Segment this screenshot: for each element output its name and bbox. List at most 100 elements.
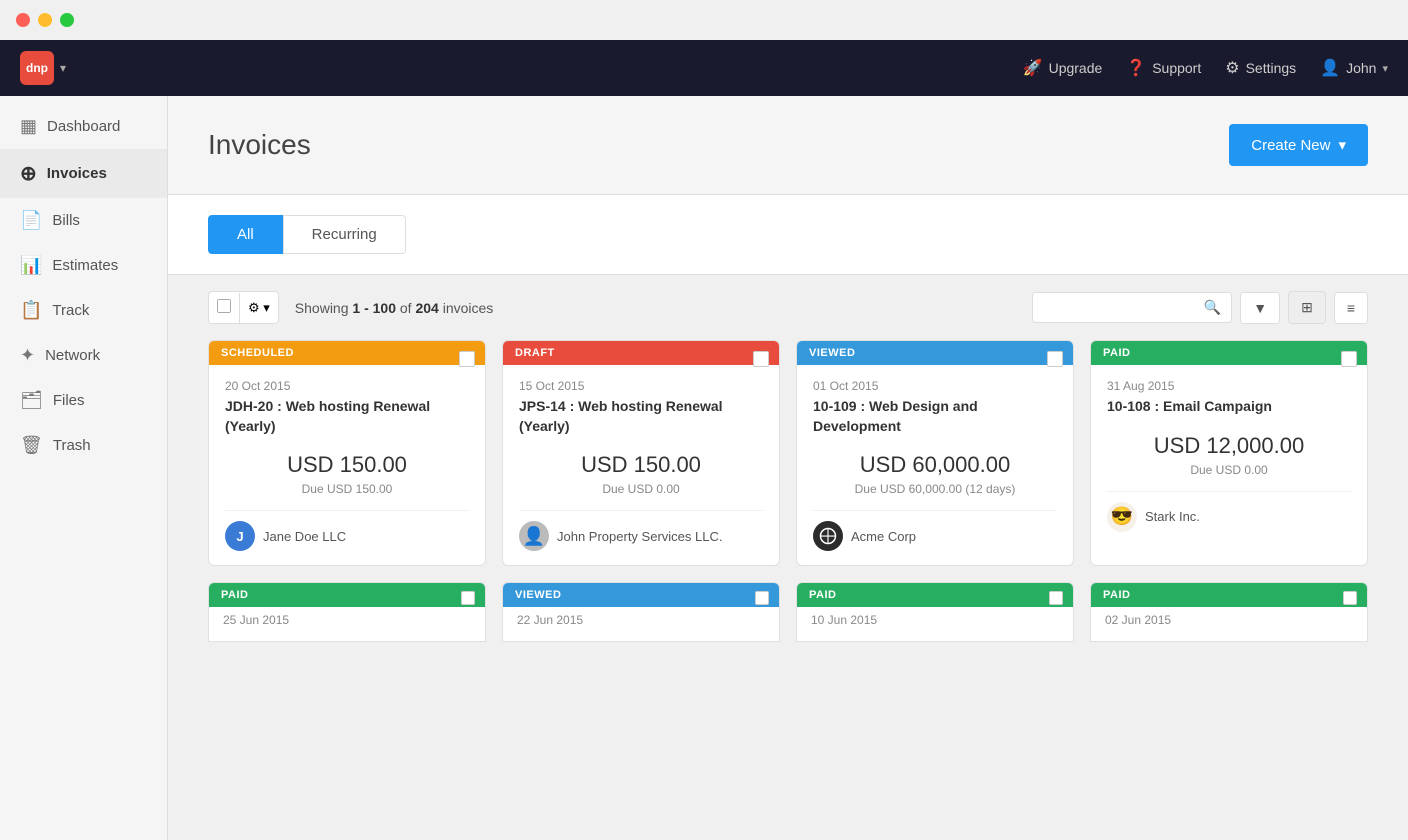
status-badge-6: VIEWED [503,583,779,607]
search-icon: 🔍 [1204,299,1221,316]
card-checkbox-5[interactable] [461,591,475,605]
toolbar-right: 🔍 ▼ ⊞ ≡ [1032,291,1368,324]
card-date-8: 02 Jun 2015 [1091,607,1367,633]
client-avatar-2: 👤 [519,521,549,551]
grid-icon: ⊞ [1301,299,1313,316]
card-client-3: Acme Corp [813,510,1057,551]
trash-icon: 🗑 [20,435,43,456]
sidebar-item-trash[interactable]: 🗑 Trash [0,423,167,468]
invoice-card-4[interactable]: PAID 31 Aug 2015 10-108 : Email Campaign… [1090,340,1368,566]
app-body: ▦ Dashboard ⊕ Invoices 📄 Bills 📊 Estimat… [0,96,1408,840]
user-menu[interactable]: 👤 John ▾ [1320,58,1388,78]
sidebar-item-track[interactable]: 📋 Track [0,288,167,333]
card-checkbox-8[interactable] [1343,591,1357,605]
card-date-3: 01 Oct 2015 [813,379,1057,393]
sidebar-item-estimates[interactable]: 📊 Estimates [0,243,167,288]
sidebar-item-network[interactable]: ✦ Network [0,333,167,378]
upgrade-label: Upgrade [1049,60,1103,76]
card-amount-1: USD 150.00 [225,452,469,478]
sidebar-item-label: Bills [52,212,80,229]
title-bar [0,0,1408,40]
sidebar-item-invoices[interactable]: ⊕ Invoices [0,149,167,198]
invoice-card-3[interactable]: VIEWED 01 Oct 2015 10-109 : Web Design a… [796,340,1074,566]
tab-all[interactable]: All [208,215,283,254]
invoice-card-2[interactable]: DRAFT 15 Oct 2015 JPS-14 : Web hosting R… [502,340,780,566]
card-due-3: Due USD 60,000.00 (12 days) [813,482,1057,496]
network-icon: ✦ [20,345,35,366]
logo[interactable]: dnp [20,51,54,85]
card-checkbox-1[interactable] [459,351,475,367]
sidebar-item-files[interactable]: 🗂 Files [0,378,167,423]
settings-link[interactable]: ⚙ Settings [1225,58,1296,78]
card-client-1: J Jane Doe LLC [225,510,469,551]
toolbar: ⚙ ▾ Showing 1 - 100 of 204 invoices 🔍 ▼ [168,275,1408,340]
list-view-button[interactable]: ≡ [1334,292,1368,324]
invoice-card-7[interactable]: PAID 10 Jun 2015 [796,582,1074,642]
invoice-card-8[interactable]: PAID 02 Jun 2015 [1090,582,1368,642]
invoice-card-5[interactable]: PAID 25 Jun 2015 [208,582,486,642]
client-avatar-3 [813,521,843,551]
main-content: Invoices Create New ▾ All Recurring [168,96,1408,840]
bulk-actions-button[interactable]: ⚙ ▾ [239,293,278,323]
status-badge-8: PAID [1091,583,1367,607]
sidebar-item-dashboard[interactable]: ▦ Dashboard [0,104,167,149]
user-chevron-icon: ▾ [1382,62,1388,75]
card-checkbox-4[interactable] [1341,351,1357,367]
user-icon: 👤 [1320,58,1340,78]
card-checkbox-6[interactable] [755,591,769,605]
minimize-button[interactable] [38,13,52,27]
card-body-4: 31 Aug 2015 10-108 : Email Campaign USD … [1091,365,1367,546]
logo-area: dnp ▾ [20,51,66,85]
search-box: 🔍 [1032,292,1232,323]
sidebar-item-label: Track [52,302,89,319]
card-id-title-1: JDH-20 : Web hosting Renewal (Yearly) [225,397,469,436]
client-name-2: John Property Services LLC. [557,529,722,544]
checkbox-icon [217,299,231,313]
maximize-button[interactable] [60,13,74,27]
card-amount-4: USD 12,000.00 [1107,433,1351,459]
sidebar-item-label: Trash [53,437,91,454]
upgrade-link[interactable]: 🚀 Upgrade [1023,58,1103,78]
card-date-2: 15 Oct 2015 [519,379,763,393]
top-nav: dnp ▾ 🚀 Upgrade ❓ Support ⚙ Settings 👤 J… [0,40,1408,96]
grid-view-button[interactable]: ⊞ [1288,291,1326,324]
sidebar-item-bills[interactable]: 📄 Bills [0,198,167,243]
invoice-card-6[interactable]: VIEWED 22 Jun 2015 [502,582,780,642]
support-icon: ❓ [1126,58,1146,78]
card-date-6: 22 Jun 2015 [503,607,779,633]
client-name-3: Acme Corp [851,529,916,544]
create-new-button[interactable]: Create New ▾ [1229,124,1368,166]
filter-icon: ▼ [1253,300,1267,316]
search-input[interactable] [1043,300,1204,315]
card-checkbox-3[interactable] [1047,351,1063,367]
support-link[interactable]: ❓ Support [1126,58,1201,78]
top-nav-right: 🚀 Upgrade ❓ Support ⚙ Settings 👤 John ▾ [1023,58,1388,78]
sidebar-item-label: Dashboard [47,118,120,135]
card-checkbox-7[interactable] [1049,591,1063,605]
settings-label: Settings [1246,60,1297,76]
tabs-row: All Recurring [208,215,1368,254]
showing-total: 204 [415,300,438,316]
card-id-title-2: JPS-14 : Web hosting Renewal (Yearly) [519,397,763,436]
status-badge-2: DRAFT [503,341,779,365]
sidebar-item-label: Network [45,347,100,364]
status-badge-1: SCHEDULED [209,341,485,365]
logo-chevron-icon[interactable]: ▾ [60,61,66,75]
status-badge-5: PAID [209,583,485,607]
card-due-1: Due USD 150.00 [225,482,469,496]
logo-text: dnp [26,61,48,75]
tab-recurring[interactable]: Recurring [283,215,406,254]
filter-button[interactable]: ▼ [1240,292,1280,324]
showing-of: of [400,300,412,316]
gear-icon: ⚙ ▾ [248,300,270,315]
card-body-1: 20 Oct 2015 JDH-20 : Web hosting Renewal… [209,365,485,565]
client-avatar-4: 😎 [1107,502,1137,532]
invoice-card-1[interactable]: SCHEDULED 20 Oct 2015 JDH-20 : Web hosti… [208,340,486,566]
tab-recurring-label: Recurring [312,226,377,243]
close-button[interactable] [16,13,30,27]
card-id-title-3: 10-109 : Web Design and Development [813,397,1057,436]
card-checkbox-2[interactable] [753,351,769,367]
select-all-checkbox[interactable] [209,292,239,323]
track-icon: 📋 [20,300,42,321]
page-header: Invoices Create New ▾ [168,96,1408,195]
